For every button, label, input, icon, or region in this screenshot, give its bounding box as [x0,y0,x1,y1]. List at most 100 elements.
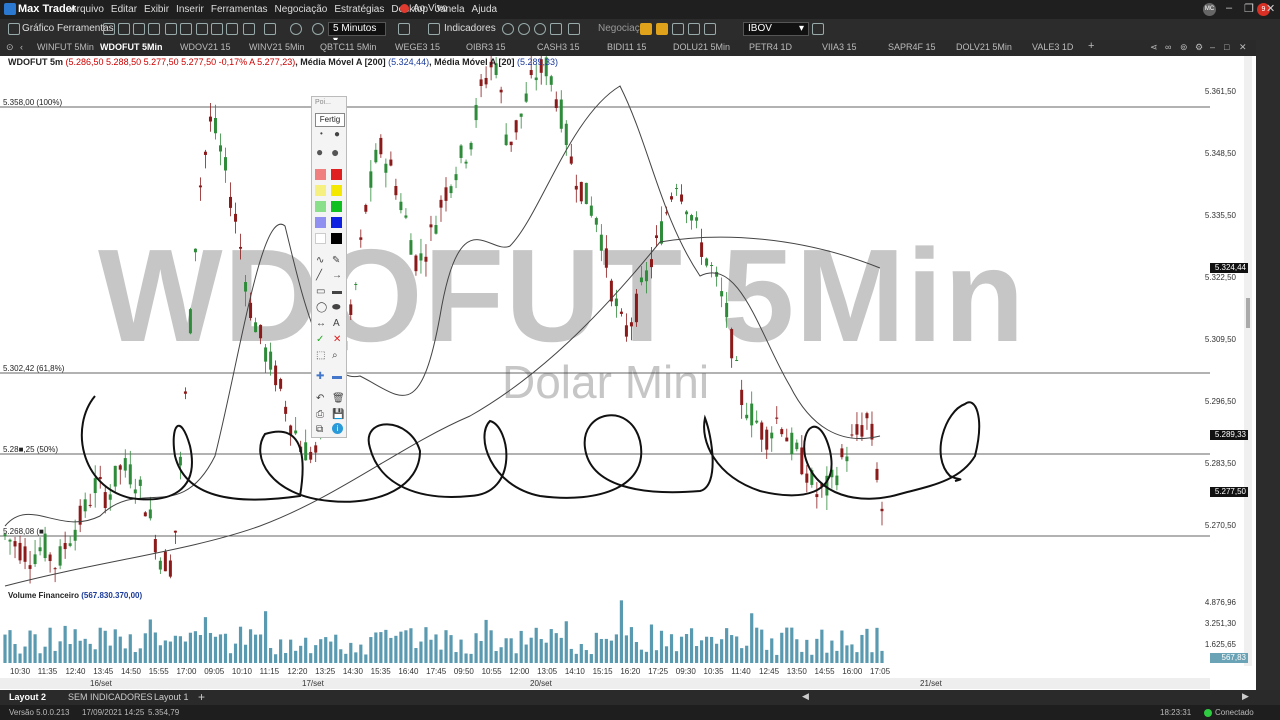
price-chart[interactable] [0,56,1244,665]
color-light-blue[interactable] [315,217,326,228]
maximize-icon[interactable]: ❐ [1244,2,1254,15]
list-icon[interactable] [812,23,824,35]
add-icon[interactable]: ✚ [316,371,324,382]
buy-c-icon[interactable] [640,23,652,35]
menu-arquivo[interactable]: Arquivo [70,4,104,15]
scroll-right-icon[interactable]: ▶ [1242,691,1249,702]
color-light-red[interactable] [315,169,326,180]
small-dot-icon[interactable]: ● [334,129,340,140]
tab-item[interactable]: WINFUT 5Min [37,42,94,52]
confirm-icon[interactable]: ✓ [316,334,324,345]
medium-dot-icon[interactable]: ● [316,145,323,159]
zoom-reset-icon[interactable] [534,23,546,35]
color-black[interactable] [331,233,342,244]
zoom-out-icon[interactable] [518,23,530,35]
chart-minimize-icon[interactable]: – [1210,42,1215,52]
calculator-icon[interactable] [133,23,145,35]
select-tool-icon[interactable]: ⬚ [316,350,325,361]
tab-item[interactable]: WEGE3 15 [395,42,440,52]
large-dot-icon[interactable]: ● [331,144,339,160]
line-tool-icon[interactable]: ╱ [316,270,322,281]
zoom-tool-icon[interactable]: ⌕ [332,350,338,361]
tab-item[interactable]: PETR4 1D [749,42,792,52]
print-icon[interactable]: ⎙ [316,409,324,420]
pencil-tool-icon[interactable]: ✎ [332,255,340,266]
color-red[interactable] [331,169,342,180]
link-icon[interactable]: ∞ [1165,42,1171,52]
filled-ellipse-tool-icon[interactable]: ⬬ [332,302,341,313]
remove-icon[interactable]: ▬ [332,371,342,382]
close-icon[interactable]: ✕ [1266,2,1275,15]
tools-icon[interactable] [243,23,255,35]
order-list-icon[interactable] [672,23,684,35]
price-scrollbar[interactable] [1244,56,1252,666]
color-white[interactable] [315,233,326,244]
chart-settings-icon[interactable]: ⚙ [1195,42,1203,53]
tabs-back-icon[interactable]: ‹ [20,42,23,52]
candle-type-icon[interactable] [398,23,410,35]
thin-dot-icon[interactable]: • [320,129,323,138]
copy-icon[interactable]: ⧉ [316,424,323,435]
menu-editar[interactable]: Editar [111,4,137,15]
filter-icon[interactable] [196,23,208,35]
layout-tab-layout1[interactable]: Layout 1 [154,692,189,702]
menu-inserir[interactable]: Inserir [176,4,204,15]
layout-tab-active[interactable]: Layout 2 [9,692,46,702]
tab-item[interactable]: WINV21 5Min [249,42,305,52]
tab-item[interactable]: CASH3 15 [537,42,580,52]
gear-icon[interactable] [290,23,302,35]
user-avatar[interactable]: MC [1203,3,1216,16]
measure-tool-icon[interactable]: ↔ [316,318,326,329]
table-icon[interactable] [148,23,160,35]
menu-exibir[interactable]: Exibir [144,4,169,15]
menu-ferramentas[interactable]: Ferramentas [211,4,268,15]
save-icon[interactable]: 💾 [332,409,344,420]
rectangle-tool-icon[interactable]: ▭ [316,286,325,297]
tab-item[interactable]: VIIA3 15 [822,42,857,52]
color-blue[interactable] [331,217,342,228]
undo-icon[interactable]: ↶ [316,393,324,404]
tab-item[interactable]: BIDI11 15 [607,42,646,52]
add-layout-button[interactable]: + [198,690,205,704]
text-tool-icon[interactable]: A [333,318,340,329]
hat-icon[interactable] [264,23,276,35]
chart-close-icon[interactable]: ✕ [1239,42,1247,53]
tab-item[interactable]: VALE3 1D [1032,42,1073,52]
crosshair-icon[interactable] [550,23,562,35]
layout-tab-sem-indicadores[interactable]: SEM INDICADORES [68,692,153,702]
grid-icon[interactable] [103,23,115,35]
menu-ajuda[interactable]: Ajuda [472,4,498,15]
indicadores-button[interactable]: Indicadores [444,23,496,34]
tab-item[interactable]: WDOV21 15 [180,42,231,52]
tab-item[interactable]: DOLU21 5Min [673,42,730,52]
share-icon[interactable]: ⋖ [1150,42,1158,53]
zoom-in-icon[interactable] [502,23,514,35]
info-icon[interactable]: i [332,423,343,434]
book-icon[interactable] [165,23,177,35]
tab-item[interactable]: SAPR4F 15 [888,42,936,52]
order-book-icon[interactable] [688,23,700,35]
grafico-button[interactable]: Gráfico [22,23,54,34]
globe-icon[interactable] [226,23,238,35]
minimize-icon[interactable]: – [1226,2,1232,14]
menu-estrategias[interactable]: Estratégias [334,4,384,15]
tabs-home-icon[interactable]: ⊙ [6,42,14,53]
trash-icon[interactable]: 🗑 [332,393,345,404]
scan-icon[interactable] [211,23,223,35]
color-light-yellow[interactable] [315,185,326,196]
done-button[interactable]: Fertig [315,113,345,127]
ellipse-tool-icon[interactable]: ◯ [316,302,327,313]
tab-item[interactable]: OIBR3 15 [466,42,506,52]
color-light-green[interactable] [315,201,326,212]
layout-icon[interactable] [118,23,130,35]
positions-icon[interactable] [704,23,716,35]
tab-item[interactable]: WDOFUT 5Min [100,42,163,52]
live-indicator[interactable]: Ao Vivo [400,3,447,14]
scroll-left-icon[interactable]: ◀ [802,691,809,702]
arrow-tool-icon[interactable]: → [332,270,342,281]
add-tab-button[interactable]: + [1088,40,1094,52]
scroll-thumb[interactable] [1246,298,1250,328]
curve-tool-icon[interactable]: ∿ [316,255,324,266]
alarm-icon[interactable] [180,23,192,35]
symbol-select[interactable]: IBOV ▾ [743,22,809,36]
